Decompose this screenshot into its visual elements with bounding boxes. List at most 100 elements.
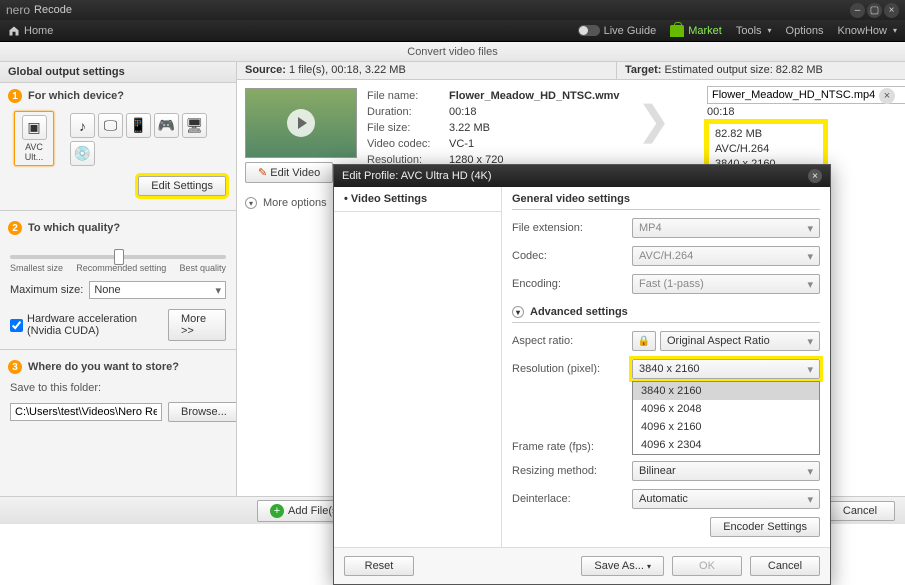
aspect-select[interactable]: Original Aspect Ratio <box>660 331 820 351</box>
resolution-select[interactable]: 3840 x 2160 <box>632 359 820 379</box>
source-header: Source: 1 file(s), 00:18, 3.22 MB <box>237 62 617 79</box>
target-size: 82.82 MB <box>715 127 817 142</box>
resolution-option[interactable]: 3840 x 2160 <box>633 382 819 400</box>
reset-button[interactable]: Reset <box>344 556 414 576</box>
resize-label: Resizing method: <box>512 465 632 477</box>
liveguide-toggle[interactable]: Live Guide <box>578 25 657 37</box>
section-number-icon: 2 <box>8 221 22 235</box>
file-ext-select[interactable]: MP4 <box>632 218 820 238</box>
encoder-settings-button[interactable]: Encoder Settings <box>710 517 820 537</box>
source-codec: VC-1 <box>449 136 474 152</box>
window-maximize-icon[interactable]: ▢ <box>867 3 882 18</box>
edit-profile-dialog: Edit Profile: AVC Ultra HD (4K) × • Vide… <box>333 164 831 585</box>
home-icon <box>8 25 20 37</box>
lock-aspect-button[interactable]: 🔒 <box>632 331 656 351</box>
cancel-button[interactable]: Cancel <box>825 501 895 521</box>
device-avc-icon: ▣ <box>22 115 47 140</box>
maxsize-select[interactable]: None <box>89 281 226 299</box>
liveguide-label: Live Guide <box>604 25 657 37</box>
home-button[interactable]: Home <box>8 25 53 37</box>
plus-icon: + <box>270 504 284 518</box>
device-disc-icon[interactable]: 💿 <box>70 141 95 166</box>
window-close-icon[interactable]: × <box>884 3 899 18</box>
dialog-titlebar: Edit Profile: AVC Ultra HD (4K) × <box>334 165 830 187</box>
chevron-down-icon: ▾ <box>512 306 524 318</box>
slider-thumb-icon[interactable] <box>114 249 124 265</box>
dialog-ok-button[interactable]: OK <box>672 556 742 576</box>
filesize-label: File size: <box>367 120 443 136</box>
dialog-cancel-button[interactable]: Cancel <box>750 556 820 576</box>
device-music-icon[interactable]: ♪ <box>70 113 95 138</box>
toggle-icon <box>578 25 600 36</box>
save-label: Save to this folder: <box>0 378 236 398</box>
sidebar-title: Global output settings <box>0 62 236 83</box>
home-label: Home <box>24 25 53 37</box>
knowhow-menu[interactable]: KnowHow▾ <box>837 25 897 37</box>
arrow-icon: ❯ <box>637 98 671 144</box>
page-subtitle: Convert video files <box>0 42 905 62</box>
general-video-settings-heading: General video settings <box>512 193 820 210</box>
codec-label: Video codec: <box>367 136 443 152</box>
target-header: Target: Estimated output size: 82.82 MB <box>617 62 831 79</box>
encoding-select[interactable]: Fast (1-pass) <box>632 274 820 294</box>
remove-file-button[interactable]: × <box>879 88 895 104</box>
section-number-icon: 3 <box>8 360 22 374</box>
section-store: 3 Where do you want to store? <box>0 354 236 378</box>
market-icon <box>670 25 684 37</box>
section-quality: 2 To which quality? <box>0 215 236 239</box>
resolution-option[interactable]: 4096 x 2304 <box>633 436 819 454</box>
sidebar: Global output settings 1 For which devic… <box>0 62 237 496</box>
hwaccel-label: Hardware acceleration (Nvidia CUDA) <box>27 313 168 337</box>
section-device: 1 For which device? <box>0 83 236 107</box>
save-path-input[interactable] <box>10 403 162 421</box>
encoding-label: Encoding: <box>512 278 632 290</box>
quality-slider[interactable] <box>10 255 226 259</box>
duration-label: Duration: <box>367 104 443 120</box>
deinterlace-label: Deinterlace: <box>512 493 632 505</box>
app-product: Recode <box>34 4 72 16</box>
dlg-codec-label: Codec: <box>512 250 632 262</box>
video-thumbnail[interactable] <box>245 88 357 158</box>
tab-video-settings[interactable]: • Video Settings <box>334 187 501 212</box>
resolution-dropdown: 3840 x 2160 4096 x 2048 4096 x 2160 4096… <box>632 381 820 455</box>
source-size: 3.22 MB <box>449 120 490 136</box>
slider-label-right: Best quality <box>179 263 226 273</box>
aspect-label: Aspect ratio: <box>512 335 632 347</box>
device-pc-icon[interactable]: 🖥 <box>182 113 207 138</box>
market-button[interactable]: Market <box>670 25 722 37</box>
file-ext-label: File extension: <box>512 222 632 234</box>
app-logo: nero <box>6 3 30 17</box>
fps-label: Frame rate (fps): <box>512 441 632 453</box>
deinterlace-select[interactable]: Automatic <box>632 489 820 509</box>
window-minimize-icon[interactable]: – <box>850 3 865 18</box>
dialog-close-button[interactable]: × <box>808 169 822 183</box>
source-filename: Flower_Meadow_HD_NTSC.wmv <box>449 88 620 104</box>
edit-settings-button[interactable]: Edit Settings <box>138 176 226 196</box>
titlebar: nero Recode – ▢ × <box>0 0 905 20</box>
dialog-title: Edit Profile: AVC Ultra HD (4K) <box>342 170 492 182</box>
device-tv-icon[interactable]: 🖵 <box>98 113 123 138</box>
target-codec: AVC/H.264 <box>715 142 817 157</box>
filename-label: File name: <box>367 88 443 104</box>
device-selected[interactable]: ▣ AVC Ult... <box>14 111 54 166</box>
hwaccel-checkbox[interactable]: Hardware acceleration (Nvidia CUDA) <box>10 313 168 337</box>
dlg-resolution-label: Resolution (pixel): <box>512 363 632 375</box>
source-duration: 00:18 <box>449 104 477 120</box>
advanced-settings-heading[interactable]: ▾ Advanced settings <box>512 302 820 323</box>
resolution-option[interactable]: 4096 x 2048 <box>633 400 819 418</box>
resize-select[interactable]: Bilinear <box>632 461 820 481</box>
more-button[interactable]: More >> <box>168 309 226 341</box>
play-icon <box>287 109 315 137</box>
device-phone-icon[interactable]: 📱 <box>126 113 151 138</box>
menubar: Home Live Guide Market Tools▾ Options Kn… <box>0 20 905 42</box>
options-button[interactable]: Options <box>786 25 824 37</box>
save-as-button[interactable]: Save As... ▾ <box>581 556 664 576</box>
resolution-option[interactable]: 4096 x 2160 <box>633 418 819 436</box>
tools-menu[interactable]: Tools▾ <box>736 25 772 37</box>
device-game-icon[interactable]: 🎮 <box>154 113 179 138</box>
codec-select[interactable]: AVC/H.264 <box>632 246 820 266</box>
browse-button[interactable]: Browse... <box>168 402 237 422</box>
target-filename-input[interactable] <box>707 86 905 104</box>
edit-video-button[interactable]: ✎ Edit Video <box>245 162 333 183</box>
hwaccel-input[interactable] <box>10 319 23 332</box>
